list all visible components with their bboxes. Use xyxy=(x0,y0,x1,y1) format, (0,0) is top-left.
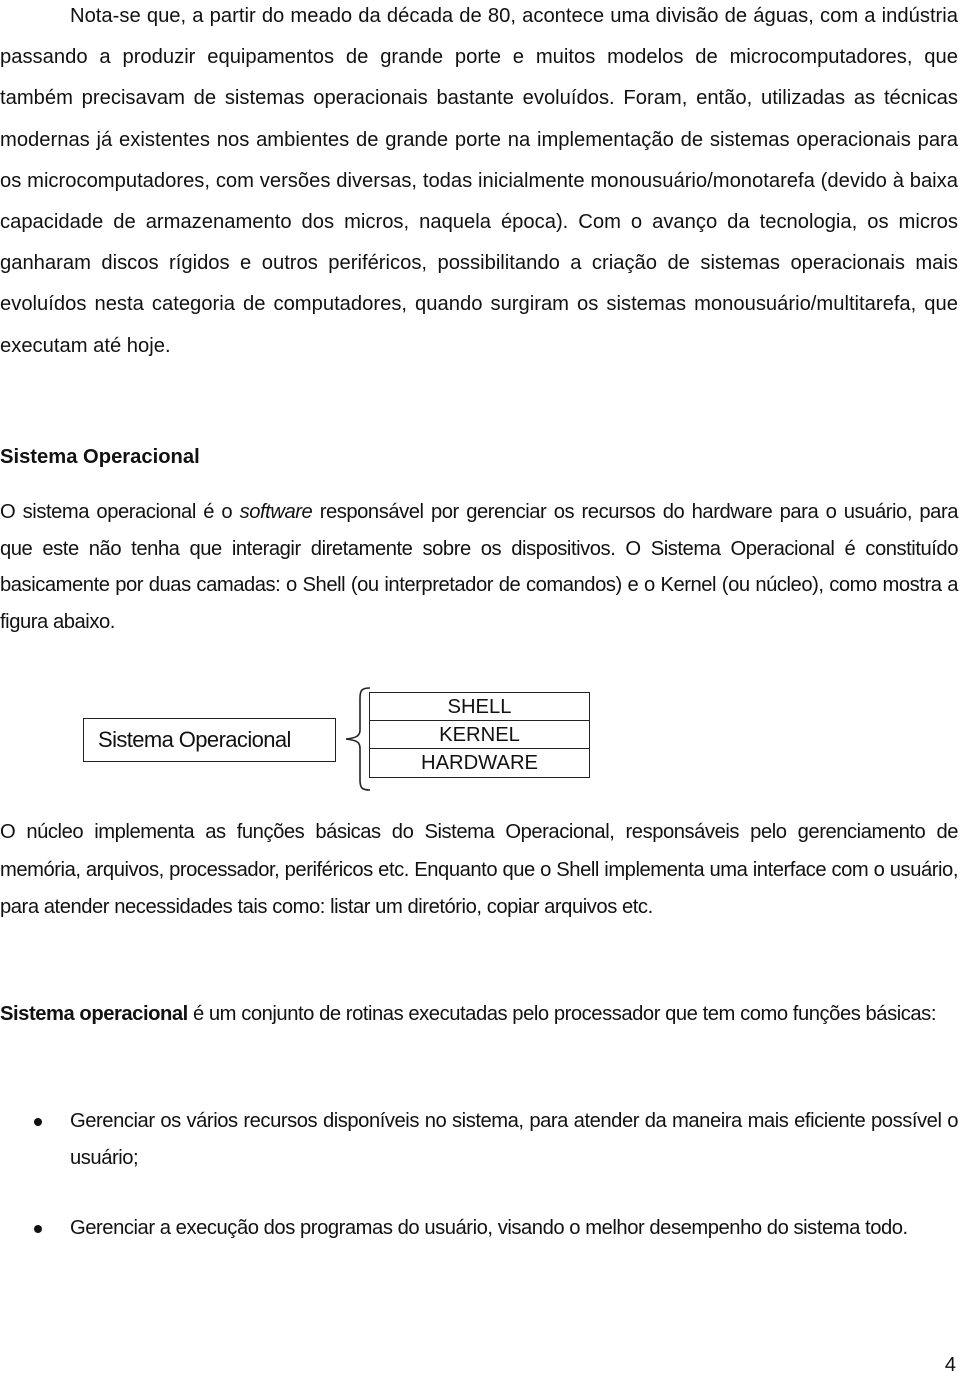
definition-paragraph: O sistema operacional é o software respo… xyxy=(0,494,958,641)
section-heading: Sistema Operacional xyxy=(0,446,200,468)
diagram-layer-stack: SHELL KERNEL HARDWARE xyxy=(369,692,590,778)
layer-hardware: HARDWARE xyxy=(420,752,538,774)
layer-shell: SHELL xyxy=(370,693,589,721)
layer-kernel: KERNEL xyxy=(370,721,589,749)
bullet-text: Gerenciar a execução dos programas do us… xyxy=(70,1217,908,1239)
functions-intro-paragraph: Sistema operacional é um conjunto de rot… xyxy=(0,996,958,1034)
document-page: Nota-se que, a partir do meado da década… xyxy=(0,0,960,1378)
functions-intro-text: é um conjunto de rotinas executadas pelo… xyxy=(187,1003,936,1025)
bullet-text: Gerenciar os vários recursos disponíveis… xyxy=(70,1110,958,1169)
bullet-icon xyxy=(34,1225,42,1233)
bullet-icon xyxy=(34,1118,42,1126)
intro-paragraph: Nota-se que, a partir do meado da década… xyxy=(0,5,958,357)
kernel-shell-paragraph: O núcleo implementa as funções básicas d… xyxy=(0,821,958,918)
software-emphasis: software xyxy=(239,501,313,523)
definition-text-start: O sistema operacional é o xyxy=(0,501,240,523)
functions-intro-bold: Sistema operacional xyxy=(0,1003,188,1025)
diagram-root-box: Sistema Operacional xyxy=(83,718,336,762)
page-number: 4 xyxy=(944,1354,956,1376)
